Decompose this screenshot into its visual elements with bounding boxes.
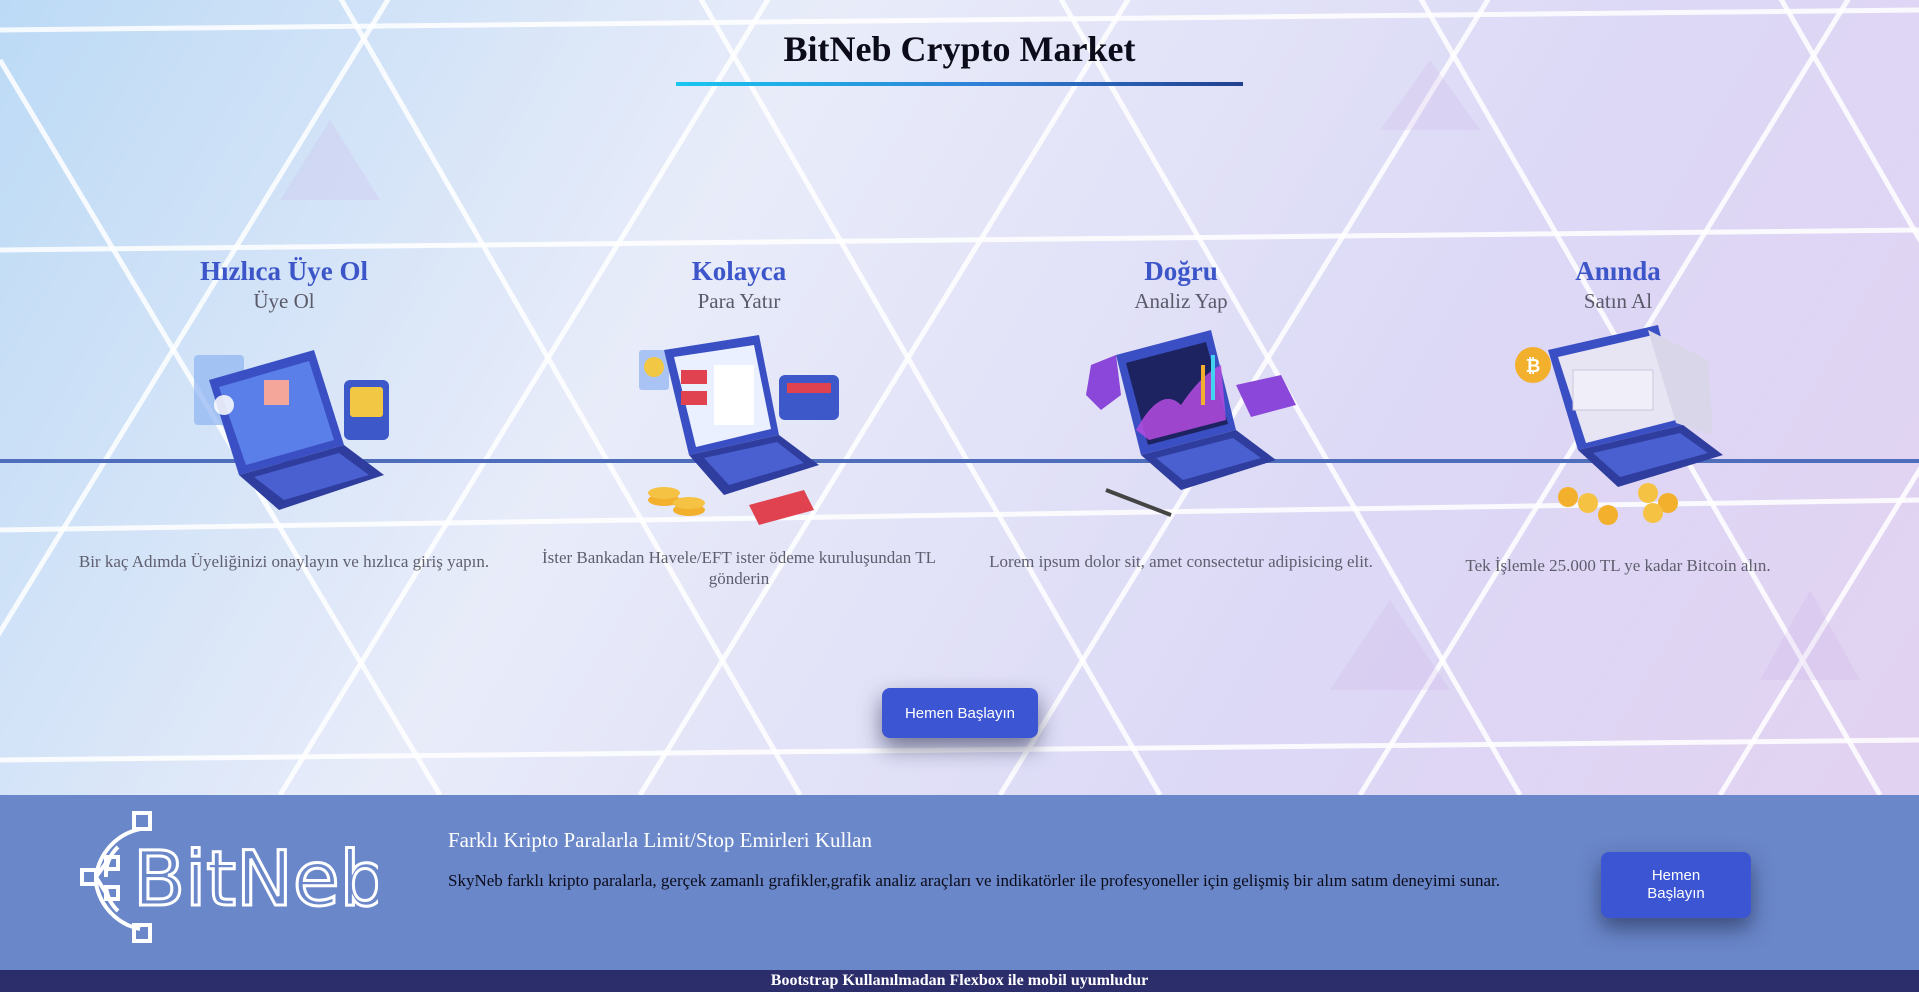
step-heading: Doğru xyxy=(1144,256,1218,286)
step-heading: Hızlıca Üye Ol xyxy=(200,256,368,286)
step-card-buy: Anında Satın Al ₿ Tek İşlemle 25.000 TL … xyxy=(1408,255,1828,575)
svg-text:BitNeb: BitNeb xyxy=(133,834,378,923)
step-heading: Kolayca xyxy=(691,256,787,286)
promo-band: BitNeb Farklı Kripto Paralarla Limit/Sto… xyxy=(0,795,1919,970)
step-description: Tek İşlemle 25.000 TL ye kadar Bitcoin a… xyxy=(1465,556,1771,575)
hero-section: BitNeb Crypto Market Hızlıca Üye Ol Üye … xyxy=(0,0,1919,795)
promo-text: SkyNeb farklı kripto paralarla, gerçek z… xyxy=(448,871,1500,890)
step-subheading: Analiz Yap xyxy=(1134,289,1228,313)
step-card-register: Hızlıca Üye Ol Üye Ol Bir kaç Adımda Üye… xyxy=(74,255,494,571)
bitneb-logo: BitNeb xyxy=(80,811,378,943)
title-underline xyxy=(676,82,1243,86)
laptop-login-illustration xyxy=(194,350,389,510)
step-subheading: Üye Ol xyxy=(253,289,315,313)
laptop-wallet-illustration xyxy=(639,335,839,525)
promo-get-started-button[interactable]: Hemen Başlayın xyxy=(1601,852,1751,918)
svg-text:₿: ₿ xyxy=(1526,356,1541,377)
promo-title: Farklı Kripto Paralarla Limit/Stop Emirl… xyxy=(448,828,872,852)
step-heading: Anında xyxy=(1575,256,1661,286)
laptop-analytics-illustration xyxy=(1086,330,1296,517)
page-title: BitNeb Crypto Market xyxy=(783,29,1136,69)
step-description: Bir kaç Adımda Üyeliğinizi onaylayın ve … xyxy=(78,552,490,571)
step-card-analysis: Doğru Analiz Yap Lorem ipsum dolor sit, … xyxy=(971,255,1391,571)
step-card-deposit: Kolayca Para Yatır İster Bankadan Havele… xyxy=(529,255,949,588)
laptop-safe-bitcoin-illustration: ₿ xyxy=(1515,325,1723,525)
get-started-button[interactable]: Hemen Başlayın xyxy=(882,688,1038,738)
step-description: Lorem ipsum dolor sit, amet consectetur … xyxy=(989,552,1373,571)
footer-note: Bootstrap Kullanılmadan Flexbox ile mobi… xyxy=(0,970,1919,992)
step-subheading: Satın Al xyxy=(1583,289,1653,313)
step-subheading: Para Yatır xyxy=(697,289,781,313)
step-description: İster Bankadan Havele/EFT ister ödeme ku… xyxy=(541,548,937,588)
